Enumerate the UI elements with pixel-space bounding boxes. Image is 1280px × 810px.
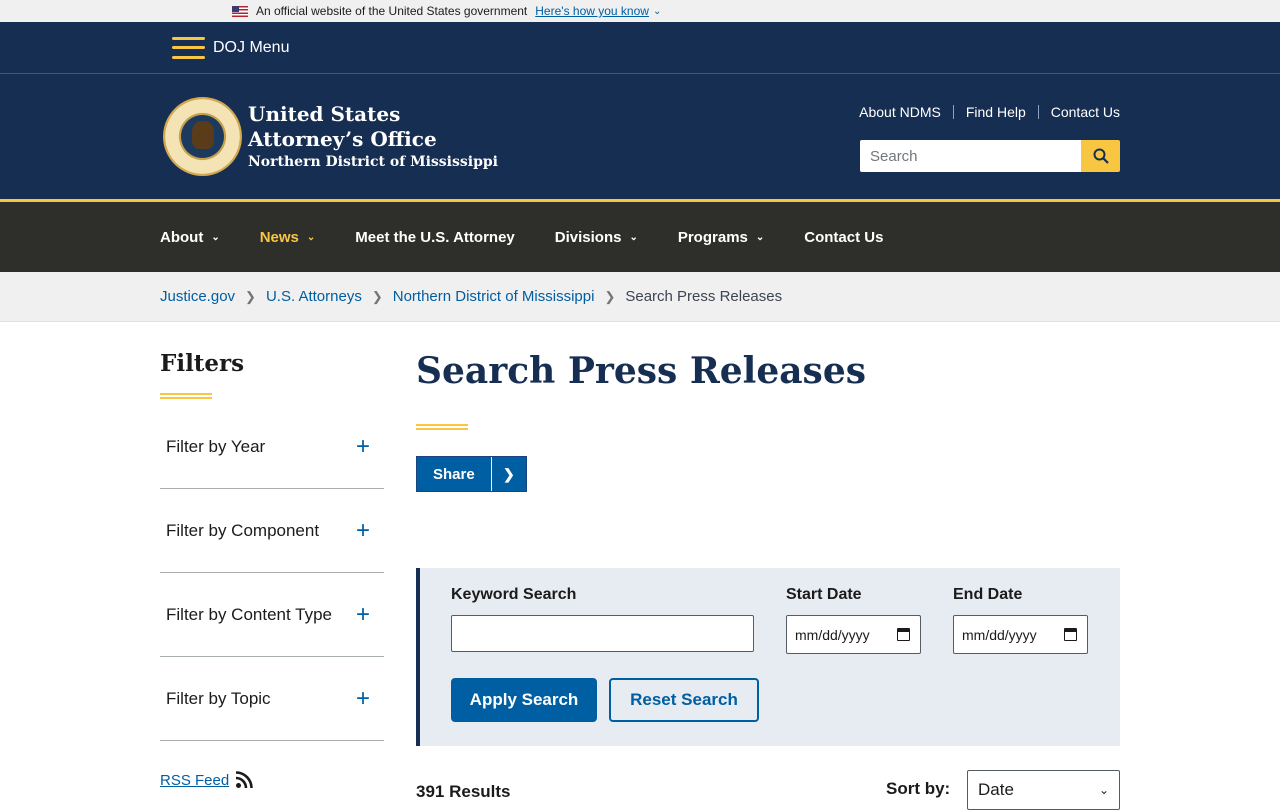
doj-menu-button[interactable]: DOJ Menu <box>213 39 289 57</box>
reset-search-button[interactable]: Reset Search <box>609 678 759 722</box>
rss-feed-link[interactable]: RSS Feed <box>160 772 229 789</box>
district-subtitle: Northern District of Mississippi <box>248 154 498 170</box>
results-count: 391 Results <box>416 782 511 801</box>
chevron-right-icon: ❯ <box>604 288 616 304</box>
divider <box>952 105 954 119</box>
nav-contact-us[interactable]: Contact Us <box>804 229 883 246</box>
main-content: Search Press Releases Share ❯ Keyword Se… <box>416 350 1120 810</box>
end-date-label: End Date <box>953 586 1023 603</box>
keyword-search-input[interactable] <box>451 615 754 652</box>
search-panel: Keyword Search Start Date mm/dd/yyyy End… <box>416 568 1120 746</box>
chevron-right-icon: ❯ <box>371 288 383 304</box>
nav-label: About <box>160 228 204 246</box>
heading-underline <box>160 393 212 399</box>
plus-icon: + <box>355 516 370 544</box>
filter-label: Filter by Year <box>166 436 266 456</box>
keyword-search-label: Keyword Search <box>451 586 577 603</box>
plus-icon: + <box>355 600 370 628</box>
share-button[interactable]: Share ❯ <box>416 456 527 492</box>
find-help-link[interactable]: Find Help <box>966 104 1026 120</box>
plus-icon: + <box>355 432 370 460</box>
filters-sidebar: Filters Filter by Year + Filter by Compon… <box>160 350 384 789</box>
filter-by-topic[interactable]: Filter by Topic + <box>160 657 384 741</box>
us-flag-icon <box>232 5 248 17</box>
nav-label: Programs <box>677 228 748 246</box>
rss-icon[interactable] <box>235 771 254 789</box>
date-placeholder: mm/dd/yyyy <box>795 626 870 643</box>
nav-label: News <box>259 228 299 246</box>
breadcrumb-justice-gov[interactable]: Justice.gov <box>160 288 235 305</box>
apply-search-button[interactable]: Apply Search <box>451 678 597 722</box>
title-line-1: United States <box>248 102 401 126</box>
filter-label: Filter by Content Type <box>166 604 332 624</box>
nav-programs[interactable]: Programs ⌄ <box>678 229 764 246</box>
doj-seal-logo[interactable] <box>163 97 242 176</box>
nav-news[interactable]: News ⌄ <box>260 229 316 246</box>
share-label: Share <box>417 457 492 491</box>
breadcrumb-current: Search Press Releases <box>625 288 783 305</box>
chevron-right-icon: ❯ <box>245 288 256 304</box>
calendar-icon[interactable] <box>1064 628 1077 641</box>
breadcrumb-ndms[interactable]: Northern District of Mississippi <box>393 288 595 305</box>
utility-links: About NDMS Find Help Contact Us <box>859 104 1120 120</box>
divider <box>1037 105 1039 119</box>
office-title[interactable]: United States Attorney’s Office Northern… <box>248 102 498 170</box>
chevron-down-icon: ⌄ <box>211 231 220 243</box>
heres-how-you-know-link[interactable]: Here's how you know <box>535 4 649 18</box>
chevron-down-icon: ⌄ <box>755 231 765 243</box>
chevron-down-icon: ⌄ <box>306 231 316 243</box>
breadcrumb: Justice.gov ❯ U.S. Attorneys ❯ Northern … <box>0 272 1280 322</box>
start-date-label: Start Date <box>786 586 862 603</box>
filters-heading: Filters <box>160 350 245 377</box>
title-line-2: Attorney’s Office <box>248 127 437 151</box>
end-date-input[interactable]: mm/dd/yyyy <box>953 615 1088 654</box>
filter-by-component[interactable]: Filter by Component + <box>160 489 384 573</box>
filter-by-content-type[interactable]: Filter by Content Type + <box>160 573 384 657</box>
date-placeholder: mm/dd/yyyy <box>962 626 1037 643</box>
filter-label: Filter by Component <box>166 520 320 540</box>
page-title: Search Press Releases <box>416 350 866 392</box>
search-icon <box>1093 148 1109 164</box>
breadcrumb-us-attorneys[interactable]: U.S. Attorneys <box>266 288 362 305</box>
calendar-icon[interactable] <box>897 628 910 641</box>
nav-divisions[interactable]: Divisions ⌄ <box>555 229 638 246</box>
rss-feed: RSS Feed <box>160 771 384 789</box>
title-underline <box>416 424 468 430</box>
chevron-down-icon: ⌄ <box>629 231 638 243</box>
site-header: United States Attorney’s Office Northern… <box>0 74 1280 199</box>
site-search <box>860 140 1120 172</box>
sort-value: Date <box>978 780 1014 799</box>
gov-banner-text: An official website of the United States… <box>256 4 528 18</box>
contact-us-link[interactable]: Contact Us <box>1051 104 1120 120</box>
doj-menu-bar: DOJ Menu <box>0 22 1280 74</box>
sort-label: Sort by: <box>886 779 951 798</box>
start-date-input[interactable]: mm/dd/yyyy <box>786 615 921 654</box>
chevron-down-icon[interactable]: ⌄ <box>653 6 661 17</box>
gov-banner: An official website of the United States… <box>0 0 1280 22</box>
search-input[interactable] <box>860 140 1081 172</box>
main-nav: About ⌄ News ⌄ Meet the U.S. Attorney Divi… <box>0 199 1280 272</box>
chevron-right-icon: ❯ <box>502 465 515 482</box>
chevron-down-icon: ⌄ <box>1098 783 1109 797</box>
sort-select[interactable]: Date ⌄ <box>967 770 1120 810</box>
nav-label: Contact Us <box>804 228 884 246</box>
nav-about[interactable]: About ⌄ <box>160 229 220 246</box>
search-button[interactable] <box>1081 140 1120 172</box>
plus-icon: + <box>355 684 370 712</box>
filter-label: Filter by Topic <box>166 688 271 708</box>
nav-meet-attorney[interactable]: Meet the U.S. Attorney <box>355 229 514 246</box>
hamburger-icon[interactable] <box>172 36 205 59</box>
filter-by-year[interactable]: Filter by Year + <box>160 405 384 489</box>
about-ndms-link[interactable]: About NDMS <box>859 104 941 120</box>
nav-label: Divisions <box>554 228 622 246</box>
nav-label: Meet the U.S. Attorney <box>355 228 515 246</box>
